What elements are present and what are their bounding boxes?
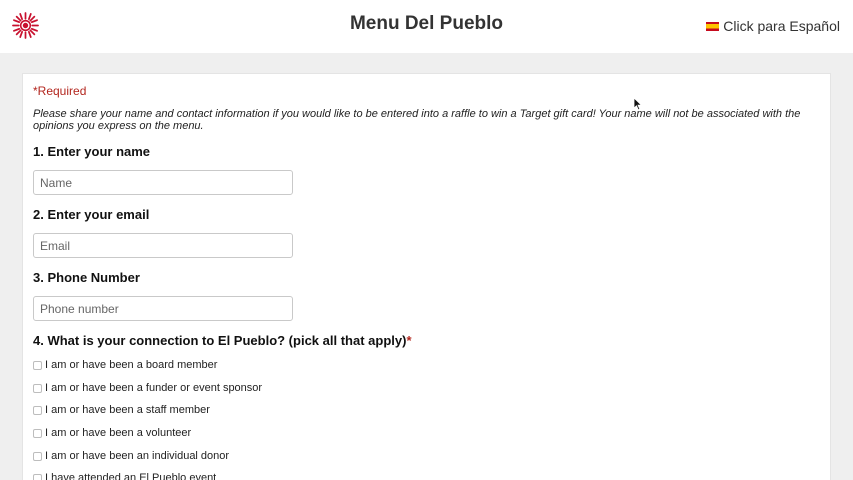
language-toggle-link[interactable]: Click para Español — [706, 18, 840, 34]
question-connection-text: 4. What is your connection to El Pueblo?… — [33, 333, 407, 348]
phone-input[interactable] — [33, 296, 293, 321]
option-label: I am or have been a board member — [45, 359, 218, 371]
connection-option[interactable]: I am or have been an individual donor — [33, 450, 229, 462]
checkbox[interactable] — [33, 383, 42, 393]
connection-option[interactable]: I have attended an El Pueblo event — [33, 472, 216, 480]
spain-flag-icon — [706, 21, 720, 31]
option-label: I am or have been a volunteer — [45, 427, 192, 439]
mouse-cursor-icon — [633, 97, 643, 111]
checkbox[interactable] — [33, 428, 42, 438]
option-label: I am or have been an individual donor — [45, 450, 230, 462]
checkbox[interactable] — [33, 360, 42, 370]
question-email-label: 2. Enter your email — [33, 207, 150, 222]
question-connection-label: 4. What is your connection to El Pueblo?… — [33, 333, 412, 348]
option-label: I am or have been a staff member — [45, 404, 210, 416]
checkbox[interactable] — [33, 473, 42, 480]
option-label: I am or have been a funder or event spon… — [45, 382, 263, 394]
connection-option[interactable]: I am or have been a volunteer — [33, 427, 191, 439]
email-input[interactable] — [33, 233, 293, 258]
intro-text: Please share your name and contact infor… — [33, 108, 801, 132]
checkbox[interactable] — [33, 405, 42, 415]
top-bar: Menu Del Pueblo Click para Español — [0, 0, 853, 53]
connection-option[interactable]: I am or have been a funder or event spon… — [33, 382, 262, 394]
name-input[interactable] — [33, 170, 293, 195]
required-note: *Required — [33, 84, 87, 98]
connection-option[interactable]: I am or have been a staff member — [33, 404, 210, 416]
language-link-label: Click para Español — [723, 18, 840, 34]
survey-form-card: *Required Please share your name and con… — [22, 73, 831, 480]
required-marker: * — [406, 333, 412, 348]
option-label: I have attended an El Pueblo event — [45, 472, 217, 480]
question-phone-label: 3. Phone Number — [33, 270, 140, 285]
question-name-label: 1. Enter your name — [33, 144, 151, 159]
connection-option[interactable]: I am or have been a board member — [33, 359, 217, 371]
checkbox[interactable] — [33, 451, 42, 461]
